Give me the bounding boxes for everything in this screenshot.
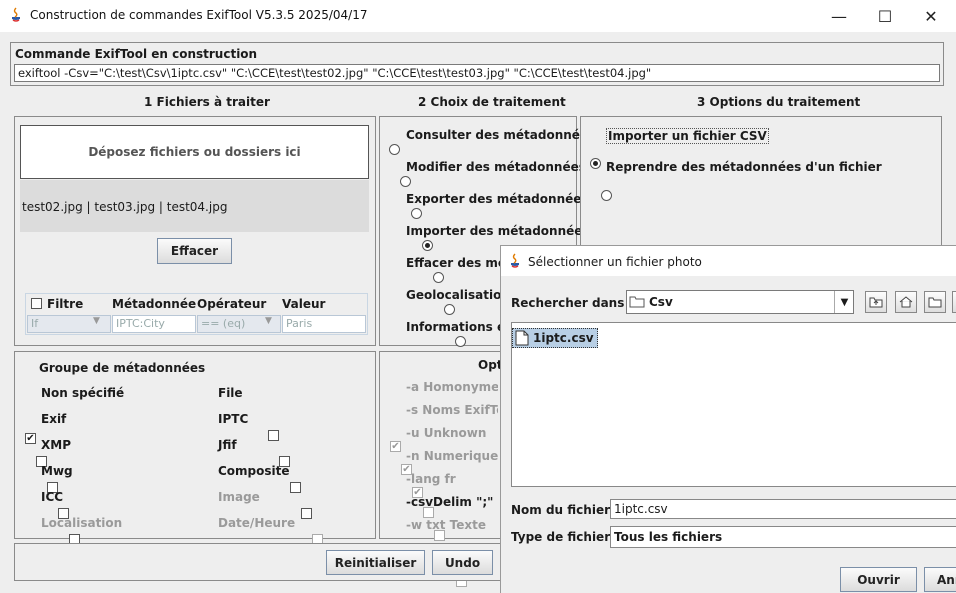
flag-label: -u Unknown <box>406 426 487 440</box>
reset-button[interactable]: Reinitialiser <box>326 550 425 575</box>
dialog-title: Sélectionner un fichier photo <box>528 255 702 269</box>
if-select-chevron-down-icon: ▼ <box>93 316 100 326</box>
group-label: Composite <box>218 464 290 478</box>
choice-radio[interactable] <box>455 336 466 347</box>
clear-files-button[interactable]: Effacer <box>157 238 232 264</box>
dialog-java-icon <box>508 253 522 272</box>
drop-zone[interactable]: Déposez fichiers ou dossiers ici <box>20 125 369 179</box>
filetype-label: Type de fichier : <box>511 530 620 544</box>
new-folder-icon[interactable] <box>924 291 946 313</box>
group-checkbox[interactable] <box>301 508 312 519</box>
choice-label[interactable]: Consulter des métadonnées <box>406 128 595 142</box>
option-label[interactable]: Importer un fichier CSV <box>606 128 769 144</box>
minimize-button[interactable]: — <box>816 0 862 32</box>
options-header: 3 Options du traitement <box>697 95 861 109</box>
command-label: Commande ExifTool en construction <box>15 47 258 61</box>
look-in-label: Rechercher dans : <box>511 296 634 310</box>
group-label: Mwg <box>41 464 73 478</box>
choice-header: 2 Choix de traitement <box>418 95 566 109</box>
flag-label: -a Homonymes <box>406 380 498 394</box>
filter-label: Filtre <box>47 297 84 311</box>
filter-checkbox[interactable] <box>31 298 42 309</box>
command-field[interactable]: exiftool -Csv="C:\test\Csv\1iptc.csv" "C… <box>14 64 940 82</box>
value-input[interactable]: Paris <box>282 315 366 333</box>
group-label: Jfif <box>218 438 237 452</box>
groups-title: Groupe de métadonnées <box>39 361 206 375</box>
tag-input[interactable]: IPTC:City <box>112 315 196 333</box>
group-checkbox[interactable]: ✔ <box>25 433 36 444</box>
group-label: ICC <box>41 490 64 504</box>
flag-checkbox[interactable]: ✔ <box>390 441 401 452</box>
operator-column-label: Opérateur <box>197 297 267 311</box>
group-label: IPTC <box>218 412 249 426</box>
maximize-button[interactable]: ☐ <box>862 0 908 32</box>
choice-label[interactable]: Modifier des métadonnées <box>406 160 586 174</box>
look-in-chevron-down-icon[interactable]: ▼ <box>834 291 854 313</box>
flag-label: -lang fr <box>406 472 456 486</box>
file-item-label: 1iptc.csv <box>533 331 594 345</box>
flag-label: -n Numerique <box>406 449 498 463</box>
operator-select-chevron-down-icon: ▼ <box>265 316 272 326</box>
choice-radio[interactable] <box>422 240 433 251</box>
choice-label[interactable]: Geolocalisation <box>406 288 510 302</box>
filename-input[interactable]: 1iptc.csv <box>610 499 956 519</box>
group-label: Localisation <box>41 516 123 530</box>
group-label: Image <box>218 490 260 504</box>
filename-label: Nom du fichier : <box>511 503 619 517</box>
group-label: Date/Heure <box>218 516 296 530</box>
option-radio[interactable] <box>590 158 601 169</box>
files-header: 1 Fichiers à traiter <box>144 95 270 109</box>
choice-radio[interactable] <box>433 272 444 283</box>
group-label: File <box>218 386 243 400</box>
close-button[interactable]: ✕ <box>908 0 954 32</box>
file-list[interactable]: test02.jpg | test03.jpg | test04.jpg <box>20 180 369 232</box>
group-checkbox[interactable] <box>268 430 279 441</box>
filetype-select[interactable]: Tous les fichiers <box>610 526 956 548</box>
open-button[interactable]: Ouvrir <box>840 567 917 592</box>
up-folder-icon[interactable] <box>865 291 887 313</box>
choice-radio[interactable] <box>411 208 422 219</box>
flag-label: -s Noms ExifToo <box>406 403 498 417</box>
choice-radio[interactable] <box>389 144 400 155</box>
choice-radio[interactable] <box>400 176 411 187</box>
look-in-value: Csv <box>649 295 673 309</box>
option-radio[interactable] <box>601 190 612 201</box>
value-column-label: Valeur <box>282 297 326 311</box>
view-list-icon[interactable] <box>952 291 956 313</box>
cancel-button[interactable]: Annuler <box>924 567 956 592</box>
group-label: Exif <box>41 412 67 426</box>
metadata-column-label: Métadonnée <box>112 297 197 311</box>
flag-label: -csvDelim ";" <box>406 495 494 509</box>
java-app-icon <box>9 7 23 26</box>
file-icon <box>515 330 529 346</box>
folder-icon <box>629 295 645 311</box>
option-label[interactable]: Reprendre des métadonnées d'un fichier <box>606 160 882 174</box>
home-icon[interactable] <box>895 291 917 313</box>
group-label: Non spécifié <box>41 386 125 400</box>
window-title: Construction de commandes ExifTool V5.3.… <box>30 8 368 22</box>
group-checkbox[interactable] <box>290 482 301 493</box>
choice-label[interactable]: Exporter des métadonnées <box>406 192 589 206</box>
group-label: XMP <box>41 438 71 452</box>
flags-title: Opt <box>478 358 503 372</box>
flag-label: -w txt Texte <box>406 518 486 532</box>
choice-label[interactable]: Importer des métadonnées <box>406 224 590 238</box>
undo-button[interactable]: Undo <box>432 550 493 575</box>
choice-radio[interactable] <box>444 304 455 315</box>
file-item[interactable]: 1iptc.csv <box>512 328 598 348</box>
